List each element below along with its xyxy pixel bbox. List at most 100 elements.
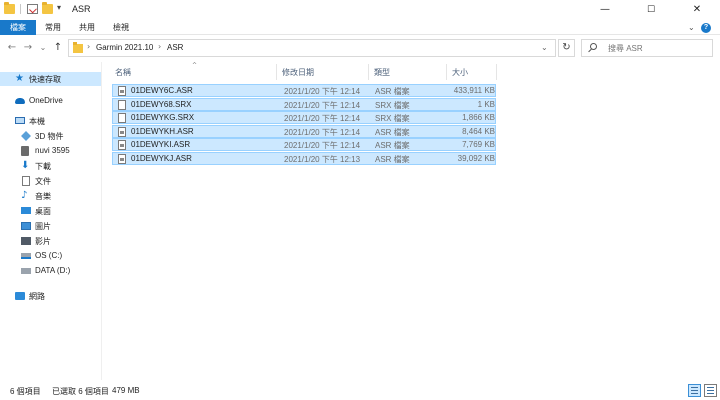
tab-file[interactable]: 檔案: [0, 20, 36, 35]
file-modified: 2021/1/20 下午 12:14: [284, 141, 361, 150]
nav-this-pc[interactable]: 本機: [0, 114, 101, 128]
file-row[interactable]: 01DEWY68.SRX 2021/1/20 下午 12:14 SRX 檔案 1 KB: [112, 97, 496, 111]
close-button[interactable]: ✕: [674, 0, 720, 20]
file-size: 7,769 KB: [462, 140, 495, 149]
file-row[interactable]: 01DEWY6C.ASR 2021/1/20 下午 12:14 ASR 檔案 433,…: [112, 84, 496, 97]
file-icon: [118, 99, 126, 110]
file-row[interactable]: 01DEWYKG.SRX 2021/1/20 下午 12:14 SRX 檔案 1,86…: [112, 111, 496, 124]
new-folder-icon[interactable]: [42, 2, 53, 14]
file-type: SRX 檔案: [375, 100, 410, 110]
file-size: 39,092 KB: [457, 153, 495, 163]
expand-ribbon-icon[interactable]: ⌄: [688, 23, 695, 32]
nav-label: 文件: [35, 177, 51, 186]
music-icon: ♪: [21, 190, 28, 201]
file-icon: [118, 86, 126, 96]
column-divider[interactable]: [446, 64, 447, 80]
cloud-icon: [15, 98, 25, 104]
nav-3d-objects[interactable]: 3D 物件: [0, 129, 101, 143]
nav-videos[interactable]: 影片: [0, 234, 101, 248]
nav-label: OneDrive: [29, 96, 63, 105]
nav-onedrive[interactable]: OneDrive: [0, 94, 101, 108]
nav-label: 3D 物件: [35, 132, 64, 141]
file-type: SRX 檔案: [375, 114, 410, 123]
file-icon: [118, 126, 126, 137]
column-header-modified[interactable]: 修改日期: [282, 66, 368, 80]
star-icon: ★: [15, 73, 24, 84]
forward-button[interactable]: →: [22, 40, 34, 56]
column-header-size[interactable]: 大小: [452, 66, 496, 80]
search-input[interactable]: [608, 42, 708, 54]
file-row[interactable]: 01DEWYKI.ASR 2021/1/20 下午 12:14 ASR 檔案 7,76…: [112, 138, 496, 151]
file-icon: [118, 153, 126, 164]
column-header-name[interactable]: 名稱: [115, 66, 275, 80]
nav-music[interactable]: ♪ 音樂: [0, 189, 101, 203]
cube-icon: [21, 131, 31, 141]
window-title: ASR: [72, 4, 91, 14]
nav-label: OS (C:): [35, 251, 63, 260]
file-size: 433,911 KB: [453, 86, 495, 95]
file-icon: [118, 113, 126, 123]
pictures-icon: [21, 222, 31, 230]
column-divider[interactable]: [368, 64, 369, 80]
nav-network[interactable]: 網路: [0, 289, 101, 303]
video-icon: [21, 237, 31, 245]
address-bar[interactable]: › Garmin 2021.10 › ASR ⌄: [68, 39, 556, 57]
tab-view[interactable]: 檢視: [106, 20, 136, 35]
file-name: 01DEWYKG.SRX: [131, 113, 195, 122]
nav-label: 桌面: [35, 207, 51, 216]
column-divider[interactable]: [496, 64, 497, 80]
file-type: ASR 檔案: [375, 127, 410, 137]
file-row[interactable]: 01DEWYKJ.ASR 2021/1/20 下午 12:13 ASR 檔案 39,0…: [112, 151, 496, 165]
breadcrumb-separator[interactable]: ›: [87, 42, 90, 51]
download-icon: ⬇: [21, 160, 30, 171]
toolbar-divider: [20, 4, 21, 14]
address-dropdown-icon[interactable]: ⌄: [541, 43, 548, 52]
folder-icon: [4, 2, 15, 14]
nav-label: 影片: [35, 237, 51, 246]
title-bar: ▾ ASR — ☐ ✕: [0, 0, 720, 20]
nav-downloads[interactable]: ⬇ 下載: [0, 159, 101, 173]
search-box[interactable]: [581, 39, 713, 57]
file-name: 01DEWYKH.ASR: [131, 126, 194, 136]
back-button[interactable]: ←: [6, 40, 18, 56]
nav-label: DATA (D:): [35, 266, 71, 275]
selection-size: 479 MB: [112, 386, 140, 395]
breadcrumb-garmin[interactable]: Garmin 2021.10: [96, 43, 153, 52]
properties-icon[interactable]: [27, 4, 38, 14]
nav-nuvi[interactable]: nuvi 3595: [0, 144, 101, 158]
refresh-button[interactable]: ↻: [558, 39, 575, 57]
folder-icon: [73, 42, 83, 53]
nav-quick-access[interactable]: ★ 快速存取: [0, 72, 101, 86]
nav-label: 快速存取: [29, 75, 61, 84]
tab-home[interactable]: 常用: [38, 20, 68, 35]
nav-pictures[interactable]: 圖片: [0, 219, 101, 233]
recent-locations-button[interactable]: ⌄: [38, 40, 48, 56]
nav-label: 下載: [35, 162, 51, 171]
file-list: ^ 名稱 修改日期 類型 大小 01DEWY6C.ASR 2021/1/20 下午…: [104, 62, 720, 380]
breadcrumb-asr[interactable]: ASR: [167, 43, 183, 52]
desktop-icon: [21, 207, 31, 214]
nav-drive-d[interactable]: DATA (D:): [0, 264, 101, 278]
document-icon: [22, 176, 30, 186]
maximize-button[interactable]: ☐: [628, 0, 674, 20]
address-row: ← → ⌄ ↑ › Garmin 2021.10 › ASR ⌄ ↻: [0, 36, 720, 60]
drive-icon: [21, 268, 31, 274]
customize-toolbar-icon[interactable]: ▾: [57, 3, 61, 12]
up-button[interactable]: ↑: [52, 40, 64, 56]
column-header-type[interactable]: 類型: [374, 66, 446, 80]
file-type: ASR 檔案: [375, 141, 410, 150]
breadcrumb-separator[interactable]: ›: [158, 42, 161, 51]
nav-drive-c[interactable]: OS (C:): [0, 249, 101, 263]
os-drive-icon: [21, 253, 31, 259]
help-icon[interactable]: ?: [701, 23, 711, 33]
minimize-button[interactable]: —: [582, 0, 628, 20]
tab-share[interactable]: 共用: [72, 20, 102, 35]
nav-documents[interactable]: 文件: [0, 174, 101, 188]
large-icons-view-button[interactable]: [704, 384, 717, 397]
file-row[interactable]: 01DEWYKH.ASR 2021/1/20 下午 12:14 ASR 檔案 8,46…: [112, 124, 496, 138]
nav-label: 圖片: [35, 222, 51, 231]
column-divider[interactable]: [276, 64, 277, 80]
file-name: 01DEWYKI.ASR: [131, 140, 191, 149]
nav-desktop[interactable]: 桌面: [0, 204, 101, 218]
details-view-button[interactable]: [688, 384, 701, 397]
